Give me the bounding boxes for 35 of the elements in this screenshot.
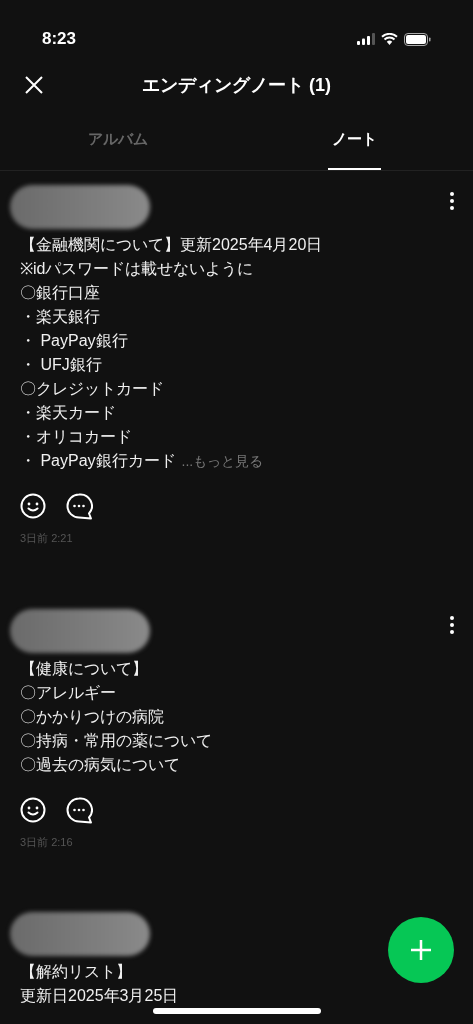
plus-icon (410, 939, 432, 961)
note-line: ・楽天カード (20, 403, 116, 423)
wifi-icon (381, 33, 398, 45)
comment-icon[interactable] (66, 796, 93, 824)
note-line: 〇銀行口座 (20, 283, 100, 303)
note-line: 〇かかりつけの病院 (20, 706, 164, 727)
note-timestamp: 3日前 2:21 (20, 531, 73, 546)
screen-title: エンディングノート (1) (142, 73, 331, 97)
note-line: ・ PayPay銀行カード (20, 451, 176, 471)
note-line: 〇過去の病気について (20, 754, 180, 775)
note-line: 【金融機関について】更新2025年4月20日 (20, 235, 323, 255)
note-line: ・オリコカード (20, 427, 132, 447)
see-more-link[interactable]: ...もっと見る (181, 449, 264, 473)
note-line: 【健康について】 (20, 658, 148, 679)
note-line: 〇クレジットカード (20, 379, 164, 399)
comment-icon[interactable] (66, 493, 93, 520)
tab[interactable]: アルバム (0, 110, 237, 170)
note-line: ※idパスワードは載せないように (20, 259, 254, 279)
note-line: ・ UFJ銀行 (20, 355, 102, 375)
note-line: ・楽天銀行 (20, 307, 100, 327)
note-line: 更新日2025年3月25日 (20, 986, 179, 1006)
status-time: 8:23 (42, 28, 77, 51)
note-line: ・ PayPay銀行 (20, 331, 128, 351)
note-line: 【解約リスト】 (20, 962, 132, 982)
signal-icon (357, 33, 375, 45)
more-options-icon[interactable] (449, 191, 455, 211)
tab[interactable]: ノート (236, 110, 473, 170)
battery-icon (404, 32, 431, 46)
note-timestamp: 3日前 2:16 (20, 834, 73, 850)
smiley-icon[interactable] (20, 493, 46, 519)
smiley-icon[interactable] (20, 796, 46, 823)
note-line: 〇持病・常用の薬について (20, 730, 212, 751)
more-options-icon[interactable] (449, 614, 455, 635)
note-line: 〇アレルギー (20, 682, 116, 703)
close-icon[interactable] (25, 76, 43, 94)
